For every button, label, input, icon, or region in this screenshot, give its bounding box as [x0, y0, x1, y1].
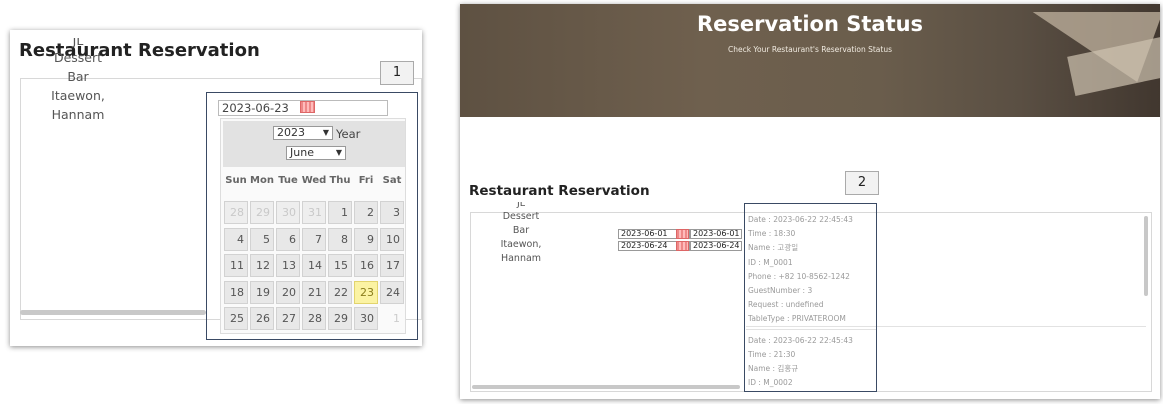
- hero-subtitle: Check Your Restaurant's Reservation Stat…: [727, 45, 893, 54]
- callout-label: 1: [380, 61, 414, 85]
- restaurant-line: Bar: [512, 225, 530, 236]
- hero-banner: Reservation Status Check Your Restaurant…: [460, 4, 1160, 117]
- highlight-frame: [206, 92, 418, 340]
- restaurant-line: Hannam: [51, 107, 105, 122]
- restaurant-line: JL: [72, 38, 84, 48]
- restaurant-line: Dessert: [502, 211, 540, 222]
- restaurant-info: JL Dessert Bar Itaewon, Hannam: [490, 202, 552, 266]
- restaurant-line: Itaewon,: [51, 88, 105, 103]
- restaurant-info: JL Dessert Bar Itaewon, Hannam: [38, 38, 118, 124]
- hero-title: Reservation Status: [696, 12, 924, 36]
- restaurant-line: JL: [516, 202, 526, 209]
- restaurant-line: Bar: [67, 69, 89, 84]
- horizontal-scrollbar[interactable]: [20, 310, 206, 315]
- restaurant-line: Hannam: [500, 253, 542, 264]
- restaurant-line: Dessert: [53, 50, 103, 65]
- highlight-frame: [744, 203, 877, 392]
- callout-label: 2: [845, 171, 879, 195]
- page-title: Restaurant Reservation: [469, 183, 650, 199]
- restaurant-line: Itaewon,: [500, 239, 542, 250]
